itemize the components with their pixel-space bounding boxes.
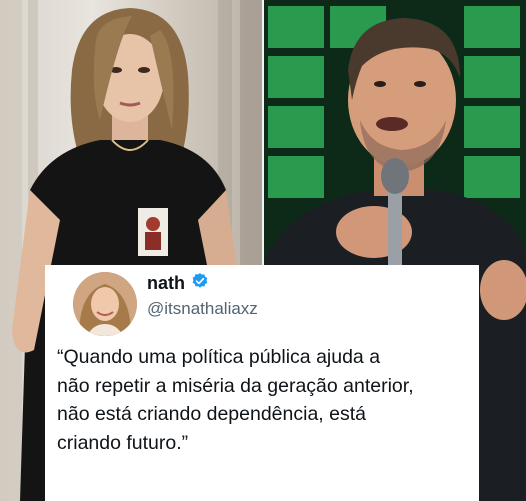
profile-avatar[interactable] — [73, 272, 137, 336]
tweet-line: não repetir a miséria da geração anterio… — [57, 374, 414, 397]
display-name[interactable]: nath — [147, 273, 185, 294]
tweet-text: “Quando uma política pública ajuda a não… — [57, 343, 473, 457]
tweet-line: “Quando uma política pública ajuda a — [57, 346, 381, 368]
avatar-image — [73, 272, 137, 336]
tweet-line: criando futuro.” — [57, 431, 189, 454]
tweet-card: nath @itsnathaliaxz “Quando uma política… — [45, 265, 479, 501]
user-handle[interactable]: @itsnathaliaxz — [147, 299, 258, 319]
tweet-line: não está criando dependência, está — [57, 403, 366, 425]
verified-badge-icon — [191, 272, 209, 295]
name-row: nath — [147, 272, 209, 295]
